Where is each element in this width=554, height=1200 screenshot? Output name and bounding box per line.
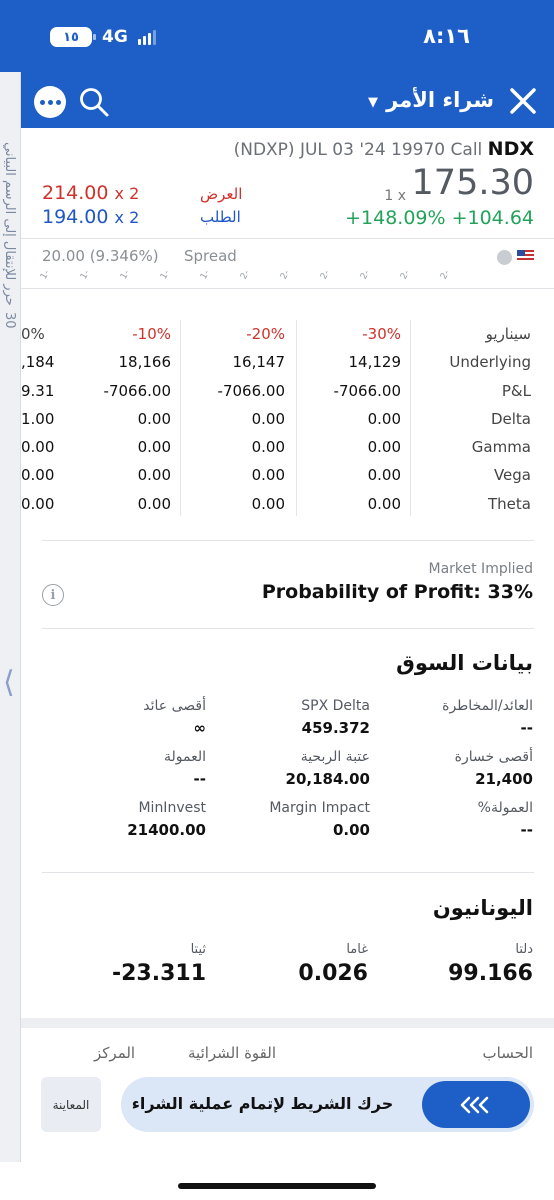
- top-bar: ١٥ 4G ٨:١٦ شراء الأمر ▼: [0, 0, 554, 128]
- battery-icon: ١٥: [50, 27, 96, 47]
- risk-reward-label: العائد/المخاطرة: [442, 698, 533, 714]
- quantity-multiplier: 1 x: [384, 188, 406, 204]
- table-row: 1.00 0.00 0.00 0.00 Delta: [21, 409, 531, 428]
- scenario-column[interactable]: -30%: [317, 325, 401, 343]
- min-invest-value: 21400.00: [127, 821, 206, 839]
- divider: [42, 540, 534, 541]
- max-return-value: ∞: [193, 719, 207, 737]
- ask-price[interactable]: 214.00 x 2: [42, 182, 139, 204]
- buying-power-label: القوة الشرائية: [188, 1044, 277, 1062]
- breakeven-value: 20,184.00: [285, 770, 370, 788]
- status-indicators: ١٥ 4G: [50, 27, 156, 47]
- table-row: 0.00 0.00 0.00 0.00 Gamma: [21, 438, 531, 457]
- close-icon[interactable]: [508, 86, 538, 116]
- table-row: ,184 18,166 16,147 14,129 Underlying: [21, 353, 531, 372]
- max-loss-label: أقصى خسارة: [454, 749, 533, 765]
- scenario-column[interactable]: -20%: [201, 325, 285, 343]
- scenario-table: 0% -10% -20% -30% سيناريو ,184 18,166 16…: [21, 320, 541, 518]
- status-time: ٨:١٦: [423, 24, 470, 48]
- chevron-left-icon[interactable]: ⟨: [3, 668, 15, 698]
- min-invest-label: MinInvest: [138, 800, 206, 816]
- breakeven-label: عتبة الربحية: [300, 749, 370, 765]
- bid-label: الطلب: [200, 208, 241, 226]
- spx-delta-value: 459.372: [301, 719, 370, 737]
- market-data-title: بيانات السوق: [396, 651, 533, 675]
- ask-label: العرض: [200, 185, 243, 203]
- contract-description: (NDXP) JUL 03 '24 19970 Call NDX: [233, 138, 534, 160]
- commission-pct-label: %العمولة: [477, 800, 533, 816]
- gamma-label: غاما: [346, 942, 368, 957]
- table-row: 0.00 0.00 0.00 0.00 Theta: [21, 494, 531, 513]
- us-flag-icon: [517, 250, 534, 262]
- table-row: 9.31 -7066.00 -7066.00 -7066.00 P&L: [21, 381, 531, 400]
- symbol: NDX: [487, 138, 534, 160]
- chart-axis-fragment: 1- 1- 1- 1- 1- 2- 2- 2- 2- 2- 2-: [38, 268, 453, 282]
- max-loss-value: 21,400: [475, 770, 533, 788]
- account-label[interactable]: الحساب: [483, 1044, 534, 1062]
- theta-value: -23.311: [111, 961, 206, 986]
- commission-label: العمولة: [163, 749, 206, 765]
- scenario-column[interactable]: -10%: [87, 325, 171, 343]
- home-indicator: [178, 1183, 376, 1189]
- risk-reward-value: --: [520, 719, 533, 737]
- chart-drawer-hint: حرر للإنتقال إلى الرسم البياني: [2, 142, 17, 306]
- slider-thumb[interactable]: [422, 1081, 530, 1128]
- network-type: 4G: [102, 27, 128, 47]
- battery-level: ١٥: [63, 29, 79, 45]
- more-options-icon[interactable]: [34, 86, 66, 118]
- spread-value: 20.00 (9.346%): [42, 247, 159, 265]
- theta-label: ثيتا: [190, 942, 206, 957]
- delta-value: 99.166: [448, 961, 533, 986]
- spx-delta-label: SPX Delta: [301, 698, 370, 714]
- position-label: المركز: [94, 1044, 136, 1062]
- commission-pct-value: --: [520, 821, 533, 839]
- divider: [21, 238, 554, 239]
- section-separator: [21, 1018, 554, 1028]
- chart-drawer-handle[interactable]: حرر للإنتقال إلى الرسم البياني 30 ⟨: [0, 72, 21, 1162]
- gamma-value: 0.026: [298, 961, 368, 986]
- preview-button[interactable]: المعاينة: [41, 1077, 101, 1132]
- divider: [42, 628, 534, 629]
- probability-of-profit: Probability of Profit: 33%: [261, 581, 533, 603]
- triple-chevron-left-icon: [460, 1096, 489, 1113]
- slide-to-buy-slider[interactable]: حرك الشريط لإتمام عملية الشراء: [121, 1077, 534, 1132]
- chart-drawer-tail: 30: [2, 312, 17, 329]
- search-icon[interactable]: [78, 86, 110, 118]
- clock-icon: [497, 250, 512, 265]
- spread-label: Spread: [184, 247, 237, 265]
- bid-price[interactable]: 194.00 x 2: [42, 206, 139, 228]
- scenario-header-row: 0% -10% -20% -30% سيناريو: [21, 320, 541, 348]
- max-return-label: أقصى عائد: [143, 698, 206, 714]
- scenario-column[interactable]: 0%: [21, 325, 55, 343]
- delta-label: دلتا: [515, 942, 533, 957]
- caret-down-icon[interactable]: ▼: [368, 95, 378, 110]
- divider: [42, 872, 534, 873]
- price-change: +148.09% +104.64: [345, 207, 534, 229]
- slide-to-buy-label: حرك الشريط لإتمام عملية الشراء: [131, 1094, 394, 1113]
- margin-impact-label: Margin Impact: [269, 800, 370, 816]
- scenario-header-label: سيناريو: [485, 325, 531, 343]
- signal-icon: [137, 29, 156, 45]
- margin-impact-value: 0.00: [332, 821, 370, 839]
- last-price: 175.30: [411, 163, 534, 203]
- info-icon[interactable]: i: [42, 584, 64, 606]
- page-title[interactable]: شراء الأمر: [386, 88, 494, 112]
- commission-value: --: [193, 770, 206, 788]
- table-row: 0.00 0.00 0.00 0.00 Vega: [21, 466, 531, 485]
- greeks-title: اليونانيون: [432, 896, 533, 920]
- divider: [21, 288, 554, 289]
- market-implied-label: Market Implied: [428, 561, 533, 577]
